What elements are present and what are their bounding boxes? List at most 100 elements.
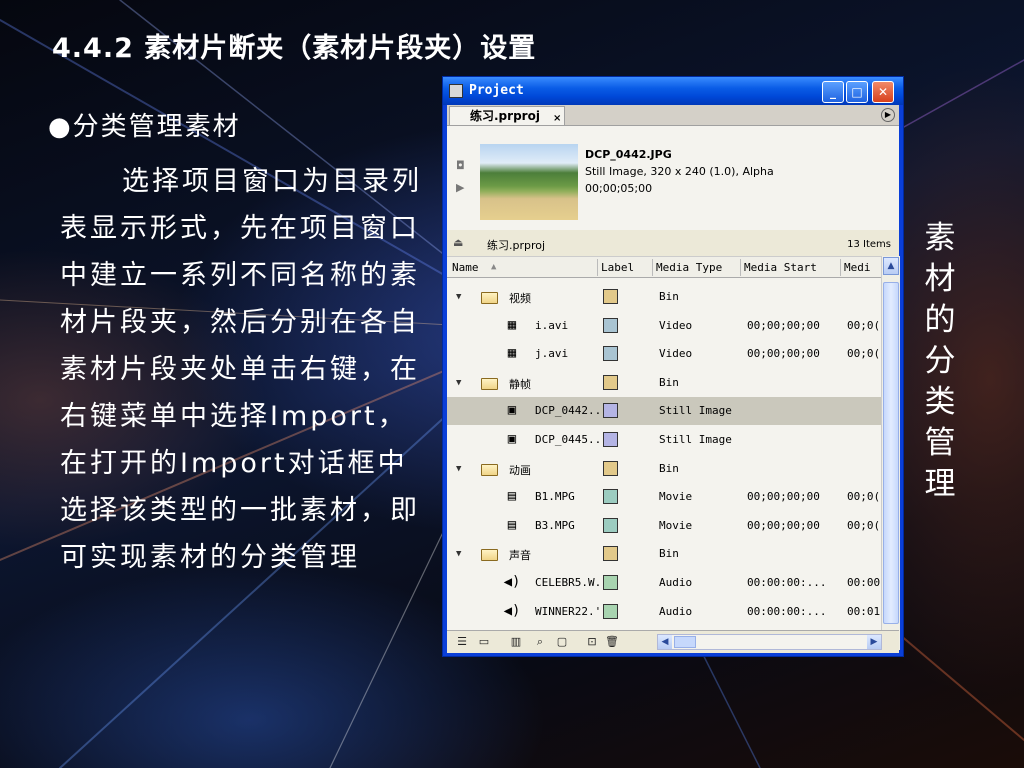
item-name: B3.MPG bbox=[535, 518, 575, 532]
media-type: Bin bbox=[659, 290, 679, 303]
new-item-icon[interactable]: ⊡ bbox=[583, 634, 601, 650]
expand-triangle-icon[interactable]: ▼ bbox=[456, 378, 461, 388]
image-file-icon: ▣ bbox=[507, 431, 517, 447]
label-swatch bbox=[603, 317, 618, 333]
bin-row[interactable]: ▼ 动画 Bin bbox=[447, 455, 881, 483]
media-type: Movie bbox=[659, 518, 693, 532]
item-name: i.avi bbox=[535, 318, 569, 332]
table-row[interactable]: ▦ i.avi Video 00;00;00;00 00;0( bbox=[447, 312, 881, 340]
label-swatch bbox=[603, 546, 618, 562]
label-swatch bbox=[603, 403, 618, 419]
item-name: 静帧 bbox=[509, 377, 531, 391]
bin-row[interactable]: ▼ 视频 Bin bbox=[447, 283, 881, 311]
parent-bin-icon[interactable]: ⏏ bbox=[453, 236, 463, 249]
project-window-icon bbox=[449, 84, 463, 98]
play-icon[interactable]: ▶ bbox=[456, 181, 472, 194]
label-swatch bbox=[603, 374, 618, 390]
media-start: 00;00;00;00 bbox=[747, 518, 820, 532]
window-title: Project bbox=[469, 83, 524, 98]
camera-icon[interactable]: ◘ bbox=[456, 159, 472, 172]
media-end: 00;0( bbox=[847, 347, 881, 361]
label-swatch bbox=[603, 289, 618, 304]
folder-icon bbox=[481, 463, 498, 476]
media-start: 00:00:00:... bbox=[747, 576, 827, 589]
new-bin-icon[interactable]: ▢ bbox=[553, 634, 571, 650]
panel-menu-icon[interactable]: ▶ bbox=[881, 108, 895, 122]
bullet-heading: ●分类管理素材 bbox=[48, 112, 241, 142]
vertical-scroll-thumb[interactable] bbox=[883, 282, 899, 624]
expand-triangle-icon[interactable]: ▼ bbox=[456, 292, 461, 302]
audio-file-icon: ◀) bbox=[503, 602, 521, 619]
folder-icon bbox=[481, 377, 498, 390]
table-row[interactable]: ◀) WINNER22.' Audio 00:00:00:... 00:01 bbox=[447, 598, 881, 626]
item-name: 声音 bbox=[509, 549, 531, 563]
close-button[interactable]: ✕ bbox=[872, 81, 894, 103]
folder-icon bbox=[481, 292, 498, 304]
item-name: j.avi bbox=[535, 347, 569, 361]
project-panel: 练习.prproj × ▶ ◘ ▶ DCP_0442.JPG Still Ima… bbox=[447, 105, 900, 653]
media-end: 00:01 bbox=[847, 604, 881, 618]
media-end: 00;0( bbox=[847, 318, 881, 332]
bin-row[interactable]: ▼ 静帧 Bin bbox=[447, 369, 881, 397]
project-path-bar: ⏏ 练习.prproj 13 Items bbox=[447, 231, 899, 255]
media-end: 00:00 bbox=[847, 576, 881, 589]
trash-icon[interactable]: 🗑 bbox=[603, 634, 621, 650]
folder-icon bbox=[481, 549, 498, 562]
media-type: Bin bbox=[659, 375, 679, 389]
scroll-up-icon[interactable]: ▲ bbox=[883, 257, 899, 275]
side-caption: 素材的分类管理 bbox=[924, 220, 956, 502]
item-name: DCP_0445.. bbox=[535, 433, 602, 446]
icon-view-icon[interactable]: ▭ bbox=[475, 634, 493, 650]
column-header-name[interactable]: Name bbox=[452, 261, 479, 274]
expand-triangle-icon[interactable]: ▼ bbox=[456, 549, 461, 559]
table-row[interactable]: ◀) CELEBR5.W. Audio 00:00:00:... 00:00 bbox=[447, 569, 881, 597]
table-row[interactable]: ▣ DCP_0445.. Still Image bbox=[447, 426, 881, 454]
table-row[interactable]: ▤ B3.MPG Movie 00;00;00;00 00;0( bbox=[447, 512, 881, 540]
panel-tab-bar: 练习.prproj × ▶ bbox=[447, 105, 899, 126]
find-icon[interactable]: ⌕ bbox=[531, 634, 549, 650]
automate-to-sequence-icon[interactable]: ▥ bbox=[507, 634, 525, 650]
column-header-label[interactable]: Label bbox=[601, 261, 634, 274]
tab-label: 练习.prproj bbox=[470, 109, 540, 123]
media-type: Video bbox=[659, 318, 693, 332]
media-type: Bin bbox=[659, 461, 679, 475]
table-row[interactable]: ▤ B1.MPG Movie 00;00;00;00 00;0( bbox=[447, 483, 881, 511]
preview-area: ◘ ▶ DCP_0442.JPG Still Image, 320 x 240 … bbox=[447, 126, 899, 230]
horizontal-scroll-thumb[interactable] bbox=[674, 636, 696, 648]
expand-triangle-icon[interactable]: ▼ bbox=[456, 464, 461, 474]
window-titlebar[interactable]: Project _ □ ✕ bbox=[443, 77, 903, 105]
item-name: B1.MPG bbox=[535, 490, 575, 504]
list-view-icon[interactable]: ☰ bbox=[453, 634, 471, 650]
label-swatch bbox=[603, 460, 618, 476]
scroll-left-icon[interactable]: ◀ bbox=[658, 635, 672, 649]
maximize-button[interactable]: □ bbox=[846, 81, 868, 103]
table-row[interactable]: ▣ DCP_0442.. Still Image bbox=[447, 397, 881, 426]
item-name: 动画 bbox=[509, 463, 531, 477]
media-end: 00;0( bbox=[847, 518, 881, 532]
column-header-media-type[interactable]: Media Type bbox=[656, 261, 722, 274]
minimize-button[interactable]: _ bbox=[822, 81, 844, 103]
image-file-icon: ▣ bbox=[507, 402, 517, 419]
horizontal-scrollbar[interactable]: ◀ ▶ bbox=[657, 634, 882, 650]
column-header-media-start[interactable]: Media Start bbox=[744, 261, 817, 274]
body-paragraph: 选择项目窗口为目录列表显示形式，先在项目窗口中建立一系列不同名称的素材片段夹，然… bbox=[60, 166, 422, 573]
media-start: 00;00;00;00 bbox=[747, 490, 820, 504]
bin-row[interactable]: ▼ 声音 Bin bbox=[447, 540, 881, 568]
table-row[interactable]: ▦ j.avi Video 00;00;00;00 00;0( bbox=[447, 340, 881, 368]
column-header-media-end[interactable]: Medi bbox=[844, 261, 871, 274]
tab-project[interactable]: 练习.prproj × bbox=[449, 106, 565, 125]
item-name: DCP_0442.. bbox=[535, 404, 602, 418]
scroll-right-icon[interactable]: ▶ bbox=[867, 635, 881, 649]
movie-file-icon: ▤ bbox=[507, 488, 517, 505]
video-file-icon: ▦ bbox=[507, 345, 517, 362]
project-item-list: ▼ 视频 Bin ▦ i.avi Video 00;00;00;00 00;0(▦ j.avi V… bbox=[447, 278, 881, 650]
label-swatch bbox=[603, 346, 618, 362]
item-name: 视频 bbox=[509, 292, 531, 305]
media-start: 00;00;00;00 bbox=[747, 318, 820, 332]
media-type: Still Image bbox=[659, 433, 732, 446]
movie-file-icon: ▤ bbox=[507, 516, 517, 533]
vertical-scrollbar[interactable]: ▲ ▼ bbox=[881, 256, 900, 650]
list-header: Name ▲ Label Media Type Media Start Medi bbox=[447, 256, 881, 278]
media-type: Still Image bbox=[659, 404, 732, 418]
media-end: 00;0( bbox=[847, 490, 881, 504]
